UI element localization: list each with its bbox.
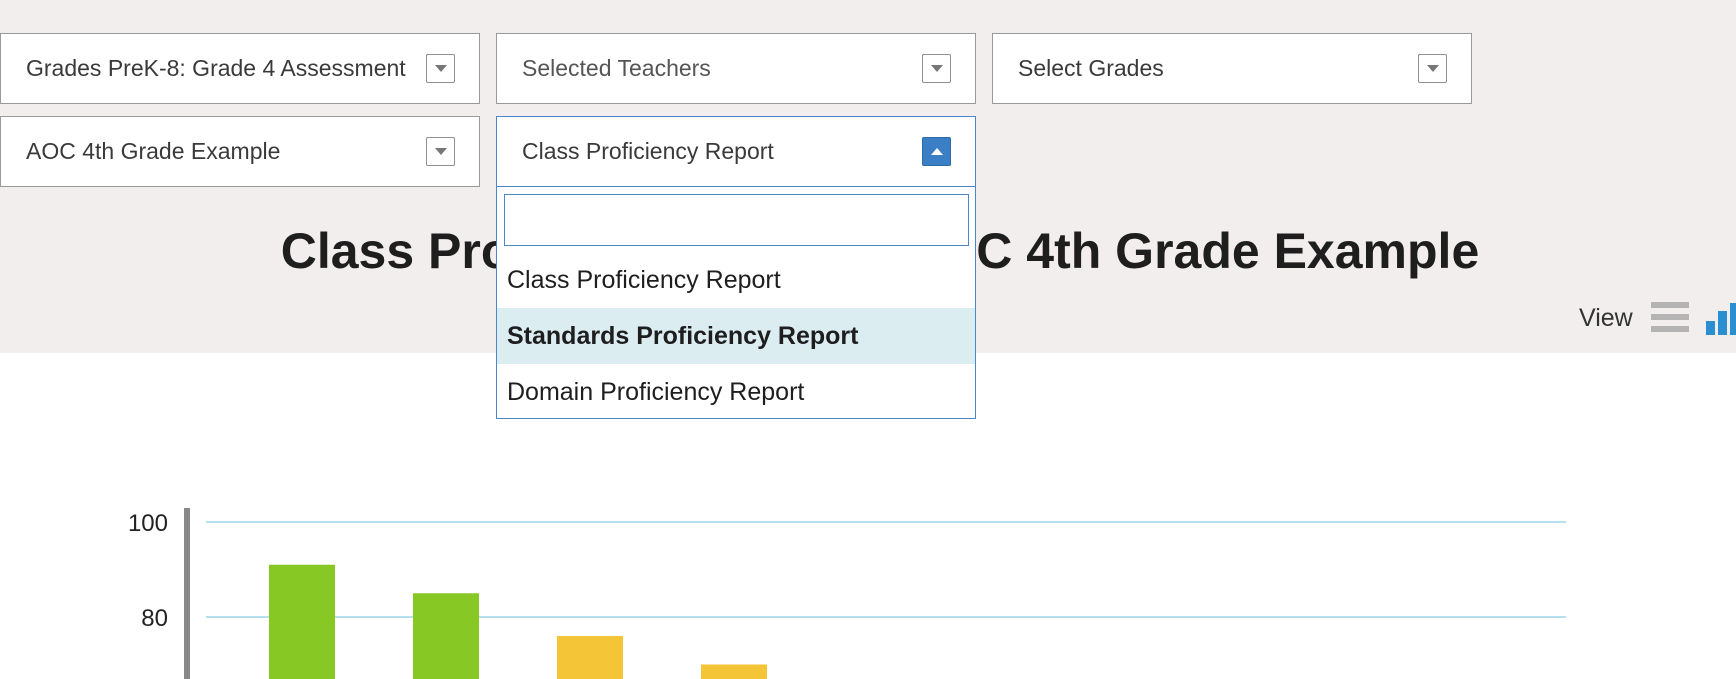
class-select-value: AOC 4th Grade Example [26, 138, 281, 164]
assessment-select-value: Grades PreK-8: Grade 4 Assessment [26, 55, 406, 81]
report-dropdown-panel: Class Proficiency Report Standards Profic… [496, 186, 976, 419]
y-tick-label: 80 [141, 605, 168, 632]
report-search-input[interactable] [504, 194, 969, 246]
report-option[interactable]: Standards Proficiency Report [497, 308, 975, 364]
grades-select[interactable]: Select Grades [992, 33, 1472, 104]
report-option[interactable]: Domain Proficiency Report [497, 364, 975, 420]
chevron-down-icon[interactable] [426, 54, 455, 83]
assessment-select[interactable]: Grades PreK-8: Grade 4 Assessment [0, 33, 480, 104]
grades-select-value: Select Grades [1018, 55, 1164, 81]
bar-3[interactable] [557, 636, 623, 679]
bar-1[interactable] [269, 564, 335, 679]
bar-4[interactable] [701, 664, 767, 679]
chevron-down-icon[interactable] [922, 54, 951, 83]
chevron-down-icon[interactable] [426, 137, 455, 166]
y-tick-label: 100 [128, 510, 168, 537]
view-label: View [1579, 304, 1633, 332]
chevron-down-icon[interactable] [1418, 54, 1447, 83]
report-option[interactable]: Class Proficiency Report [497, 252, 975, 308]
bar-2[interactable] [413, 593, 479, 679]
teachers-select[interactable]: Selected Teachers [496, 33, 976, 104]
report-select-value: Class Proficiency Report [522, 138, 774, 164]
teachers-select-value: Selected Teachers [522, 55, 711, 81]
chevron-up-icon[interactable] [922, 137, 951, 166]
list-view-icon[interactable] [1651, 302, 1689, 334]
bar-chart-view-icon[interactable] [1706, 303, 1736, 335]
report-select[interactable]: Class Proficiency Report [496, 116, 976, 187]
class-select[interactable]: AOC 4th Grade Example [0, 116, 480, 187]
